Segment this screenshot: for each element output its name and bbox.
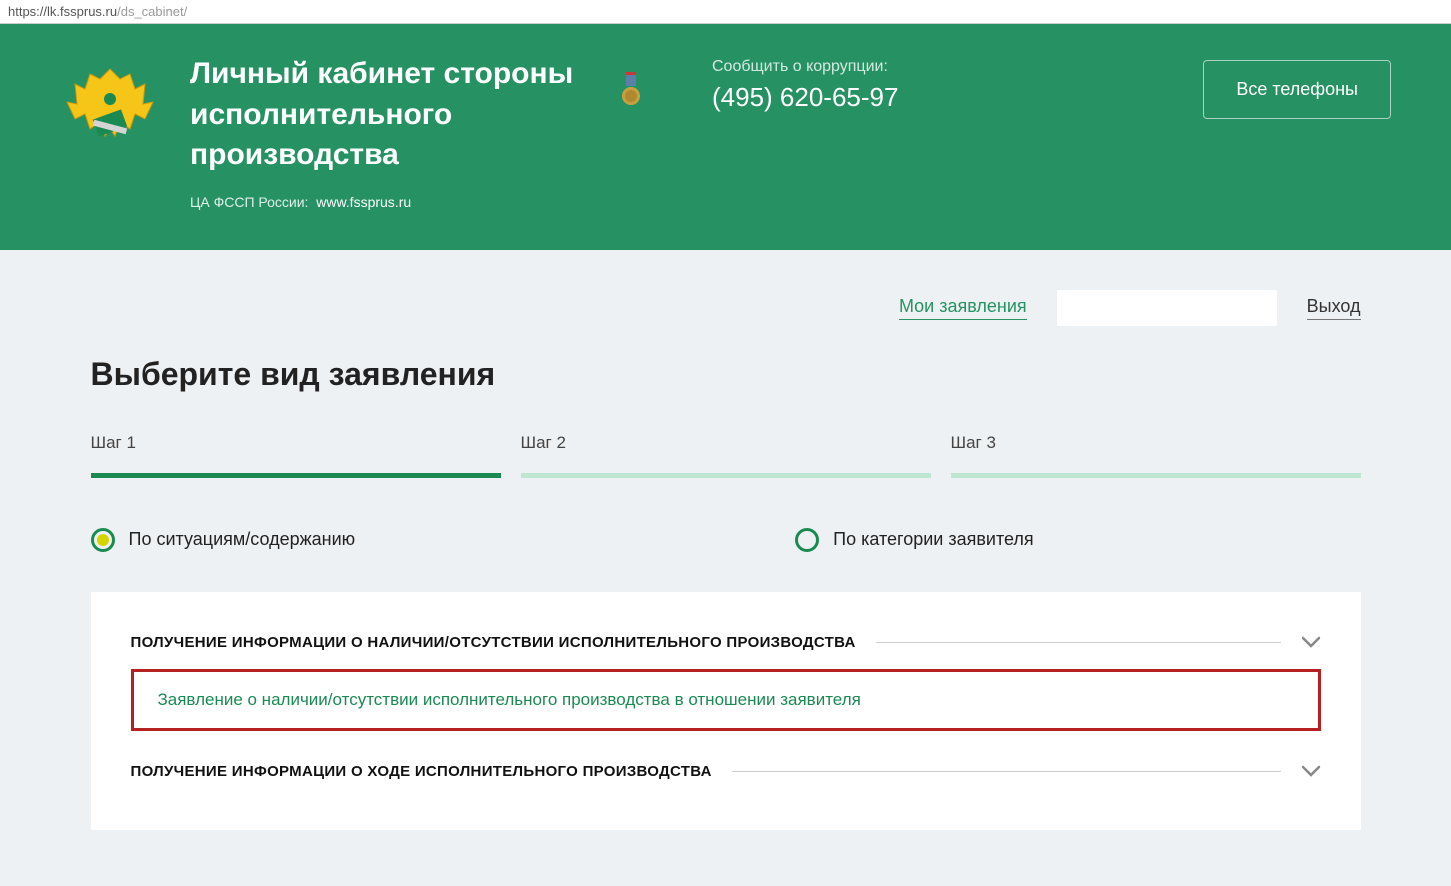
title-block: Личный кабинет стороны исполнительного п… <box>190 54 590 210</box>
step-1-label: Шаг 1 <box>91 433 501 453</box>
step-progress: Шаг 1 Шаг 2 Шаг 3 <box>91 433 1361 478</box>
user-bar: Мои заявления Выход <box>31 250 1421 346</box>
radio-by-situation-label: По ситуациям/содержанию <box>129 529 356 550</box>
accordion-item-1: ПОЛУЧЕНИЕ ИНФОРМАЦИИ О НАЛИЧИИ/ОТСУТСТВИ… <box>131 622 1321 731</box>
step-2-label: Шаг 2 <box>521 433 931 453</box>
divider <box>876 642 1281 643</box>
main-content: Выберите вид заявления Шаг 1 Шаг 2 Шаг 3… <box>31 346 1421 840</box>
accordion-header-2[interactable]: ПОЛУЧЕНИЕ ИНФОРМАЦИИ О ХОДЕ ИСПОЛНИТЕЛЬН… <box>131 751 1321 792</box>
radio-by-situation[interactable]: По ситуациям/содержанию <box>91 528 356 552</box>
application-presence-link[interactable]: Заявление о наличии/отсутствии исполните… <box>158 690 861 709</box>
radio-icon-selected <box>91 528 115 552</box>
contact-phone[interactable]: (495) 620-65-97 <box>712 82 898 113</box>
my-applications-link[interactable]: Мои заявления <box>899 296 1027 320</box>
url-protocol: https:// <box>8 4 47 19</box>
logout-link[interactable]: Выход <box>1307 296 1361 320</box>
user-name-box <box>1057 290 1277 326</box>
medal-icon <box>620 72 642 108</box>
step-3-bar <box>951 473 1361 478</box>
all-phones-button[interactable]: Все телефоны <box>1203 60 1391 119</box>
step-2-bar <box>521 473 931 478</box>
site-title: Личный кабинет стороны исполнительного п… <box>190 54 590 176</box>
accordion-title-2: ПОЛУЧЕНИЕ ИНФОРМАЦИИ О ХОДЕ ИСПОЛНИТЕЛЬН… <box>131 763 712 780</box>
divider <box>732 771 1281 772</box>
browser-address-bar[interactable]: https://lk.fssprus.ru/ds_cabinet/ <box>0 0 1451 24</box>
step-3[interactable]: Шаг 3 <box>951 433 1361 478</box>
accordion-header-1[interactable]: ПОЛУЧЕНИЕ ИНФОРМАЦИИ О НАЛИЧИИ/ОТСУТСТВИ… <box>131 622 1321 663</box>
subtitle-prefix: ЦА ФССП России: <box>190 194 308 210</box>
chevron-down-icon <box>1301 636 1321 648</box>
step-2[interactable]: Шаг 2 <box>521 433 931 478</box>
fssp-emblem-icon <box>65 64 155 164</box>
step-1[interactable]: Шаг 1 <box>91 433 501 478</box>
accordion-title-1: ПОЛУЧЕНИЕ ИНФОРМАЦИИ О НАЛИЧИИ/ОТСУТСТВИ… <box>131 634 856 651</box>
filter-radio-group: По ситуациям/содержанию По категории зая… <box>91 528 1361 552</box>
fssp-website-link[interactable]: www.fssprus.ru <box>316 194 411 210</box>
accordion-item-2: ПОЛУЧЕНИЕ ИНФОРМАЦИИ О ХОДЕ ИСПОЛНИТЕЛЬН… <box>131 751 1321 792</box>
site-subtitle: ЦА ФССП России: www.fssprus.ru <box>190 194 590 210</box>
site-header: Личный кабинет стороны исполнительного п… <box>0 24 1451 250</box>
highlighted-link-box: Заявление о наличии/отсутствии исполните… <box>131 669 1321 731</box>
url-domain: lk.fssprus.ru <box>47 4 117 19</box>
eagle-emblem-icon <box>65 64 155 164</box>
chevron-down-icon <box>1301 765 1321 777</box>
url-path: /ds_cabinet/ <box>117 4 187 19</box>
page-heading: Выберите вид заявления <box>91 356 1361 393</box>
step-3-label: Шаг 3 <box>951 433 1361 453</box>
corruption-report-label: Сообщить о коррупции: <box>712 58 898 76</box>
step-1-bar <box>91 473 501 478</box>
radio-icon <box>795 528 819 552</box>
radio-by-category-label: По категории заявителя <box>833 529 1034 550</box>
accordion: ПОЛУЧЕНИЕ ИНФОРМАЦИИ О НАЛИЧИИ/ОТСУТСТВИ… <box>91 592 1361 830</box>
logo-container <box>60 54 160 164</box>
contact-block: Сообщить о коррупции: (495) 620-65-97 <box>712 58 898 113</box>
radio-by-category[interactable]: По категории заявителя <box>795 528 1034 552</box>
